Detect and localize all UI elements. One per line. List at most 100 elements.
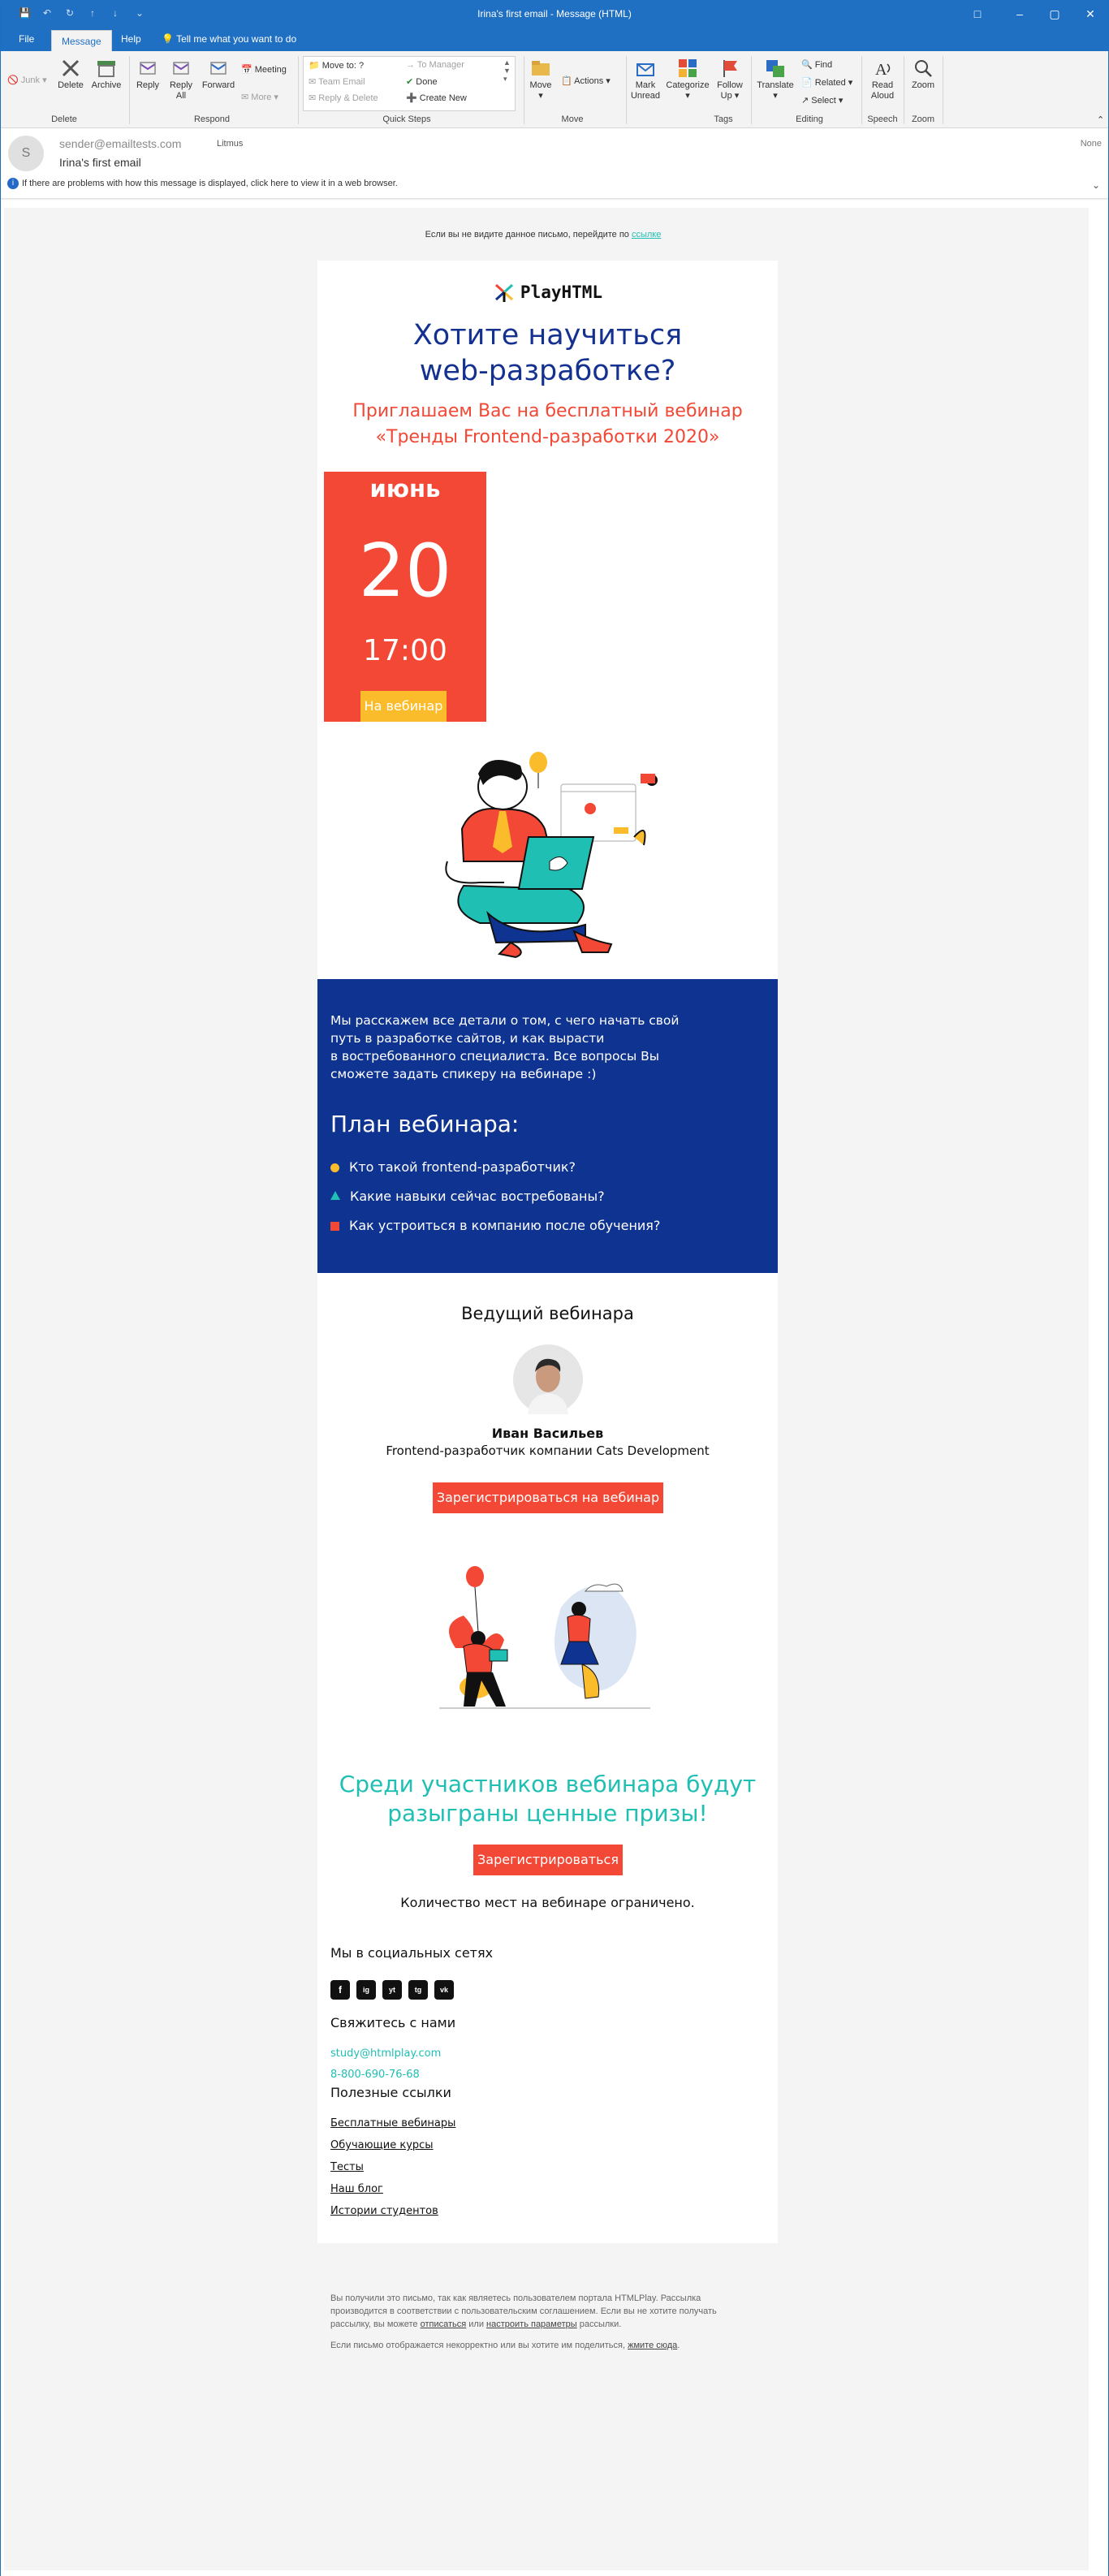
legal-text-2: Если письмо отображается некорректно или… [330, 2341, 680, 2350]
reply-label: Reply [136, 80, 160, 90]
click-here-link[interactable]: жмите сюда [628, 2341, 677, 2350]
recipient[interactable]: Litmus [217, 139, 243, 149]
meeting-button[interactable]: 📅 Meeting [241, 64, 287, 75]
ribbon-tabs: File Message Help 💡 Tell me what you wan… [1, 28, 1108, 51]
plan-item-text: Как устроиться в компанию после обучения… [349, 1218, 661, 1233]
follow-up-button[interactable]: Follow Up ▾ [712, 58, 748, 101]
facebook-icon[interactable]: f [330, 1980, 350, 2000]
plan-section: Мы расскажем все детали о том, с чего на… [317, 979, 778, 1273]
info-text: If there are problems with how this mess… [22, 178, 398, 188]
social-title: Мы в социальных сетях [330, 1945, 494, 1961]
contact-title: Свяжитесь с нами [330, 2015, 456, 2030]
junk-button[interactable]: 🚫 Junk ▾ [7, 76, 47, 86]
link-courses[interactable]: Обучающие курсы [330, 2139, 434, 2151]
mark-unread-button[interactable]: Mark Unread [629, 58, 662, 101]
quick-step-label: Create New [419, 93, 467, 103]
register-button[interactable]: Зарегистрироваться [473, 1845, 623, 1875]
headline-line: web-разработке? [419, 355, 676, 387]
reply-all-button[interactable]: Reply All [165, 58, 197, 101]
reply-button[interactable]: Reply [132, 58, 163, 91]
related-button[interactable]: 📄 Related ▾ [801, 77, 852, 88]
sender[interactable]: sender@emailtests.com [59, 137, 181, 150]
intro-text: Мы расскажем все детали о том, с чего на… [330, 1012, 712, 1083]
contact-phone[interactable]: 8-800-690-76-68 [330, 2069, 420, 2081]
group-tags: Tags [714, 114, 733, 124]
quick-step-reply-delete[interactable]: ✉ Reply & Delete [309, 93, 378, 103]
info-bar[interactable]: i If there are problems with how this mes… [7, 178, 398, 189]
separator [861, 56, 862, 124]
flag-icon [723, 60, 737, 77]
find-button[interactable]: 🔍 Find [801, 59, 832, 70]
tab-file[interactable]: File [9, 28, 44, 51]
instagram-icon[interactable]: ig [356, 1980, 376, 2000]
reply-icon [140, 62, 156, 75]
youtube-icon[interactable]: yt [382, 1980, 402, 2000]
link-tests[interactable]: Тесты [330, 2161, 364, 2173]
link-free-webinars[interactable]: Бесплатные вебинары [330, 2117, 455, 2129]
archive-button[interactable]: Archive [88, 58, 124, 91]
circle-bullet-icon [330, 1163, 339, 1172]
minimize-button[interactable]: – [1008, 4, 1032, 24]
actions-button[interactable]: 📋 Actions ▾ [561, 76, 611, 86]
quick-step-to-manager[interactable]: → To Manager [406, 60, 464, 70]
quick-step-create-new[interactable]: ➕ Create New [406, 93, 467, 103]
date-day: 20 [358, 529, 452, 614]
vk-icon[interactable]: vk [434, 1980, 454, 2000]
unsubscribe-link[interactable]: отписаться [421, 2319, 467, 2329]
logo-mark-icon [494, 283, 513, 302]
move-button[interactable]: Move ▾ [527, 58, 554, 101]
legal-line: производится в соответствии с пользовате… [330, 2306, 717, 2316]
team-email-icon: ✉ [309, 77, 317, 87]
reply-delete-icon: ✉ [309, 93, 317, 103]
tab-message[interactable]: Message [51, 30, 112, 51]
tell-me-box[interactable]: 💡 Tell me what you want to do [152, 28, 306, 51]
quick-step-team-email[interactable]: ✉ Team Email [309, 76, 365, 87]
expand-header-icon[interactable]: ⌄ [1092, 179, 1100, 191]
title-bar: 💾 ↶ ↻ ↑ ↓ ⌄ Irina's first email - Messag… [1, 1, 1108, 28]
more-button[interactable]: ✉ More ▾ [241, 92, 278, 102]
select-button[interactable]: ↗ Select ▾ [801, 95, 843, 106]
actions-label: Actions [574, 76, 604, 86]
separator [129, 56, 130, 124]
links-title: Полезные ссылки [330, 2085, 451, 2100]
close-button[interactable]: ✕ [1078, 4, 1103, 24]
tell-me-text: Tell me what you want to do [176, 33, 297, 45]
settings-link[interactable]: настроить параметры [486, 2319, 577, 2329]
intro-line: сможете задать спикеру на вебинаре :) [330, 1067, 597, 1081]
host-photo [513, 1344, 583, 1414]
read-aloud-icon: A [875, 61, 891, 79]
collapse-ribbon-icon[interactable]: ⌃ [1097, 114, 1104, 125]
link-blog[interactable]: Наш блог [330, 2183, 383, 2195]
gallery-scroll-icon[interactable]: ▲ ▼ ▾ [503, 58, 511, 83]
logo[interactable]: PlayHTML [317, 282, 778, 303]
zoom-button[interactable]: Zoom [907, 58, 939, 91]
read-aloud-button[interactable]: A Read Aloud [865, 58, 900, 101]
ribbon-display-icon[interactable]: □ [965, 4, 990, 24]
forward-button[interactable]: Forward [199, 58, 238, 91]
contact-email[interactable]: study@htmlplay.com [330, 2047, 441, 2060]
legal-fragment: рассылки. [579, 2319, 622, 2329]
telegram-icon[interactable]: tg [408, 1980, 428, 2000]
translate-icon [766, 60, 784, 77]
quick-step-done[interactable]: ✔ Done [406, 76, 438, 87]
plan-item: Кто такой frontend-разработчик? [330, 1159, 576, 1175]
host-title: Ведущий вебинара [461, 1304, 634, 1323]
maximize-button[interactable]: ▢ [1042, 4, 1067, 24]
delete-button[interactable]: Delete [54, 58, 87, 91]
group-move: Move [561, 114, 584, 124]
preheader-link[interactable]: ссылке [632, 230, 661, 239]
legal-fragment: рассылку, вы можете [330, 2319, 418, 2329]
tab-help[interactable]: Help [111, 28, 151, 51]
quick-step-label: Team Email [318, 77, 365, 87]
register-webinar-button[interactable]: Зарегистрироваться на вебинар [433, 1482, 663, 1513]
quick-step-label: Move to: ? [321, 61, 365, 71]
host-name: Иван Васильев [491, 1426, 604, 1441]
limited-seats: Количество мест на вебинаре ограничено. [400, 1895, 695, 1910]
link-stories[interactable]: Истории студентов [330, 2205, 438, 2217]
categorize-button[interactable]: Categorize ▾ [665, 58, 710, 101]
calendar-icon: 📅 [241, 65, 252, 75]
quick-step-move-to[interactable]: 📁 Move to: ? [309, 60, 364, 71]
translate-button[interactable]: Translate ▾ [754, 58, 796, 101]
invite: Приглашаем Вас на бесплатный вебинар «Тре… [317, 399, 778, 451]
webinar-button[interactable]: На вебинар [360, 691, 447, 722]
